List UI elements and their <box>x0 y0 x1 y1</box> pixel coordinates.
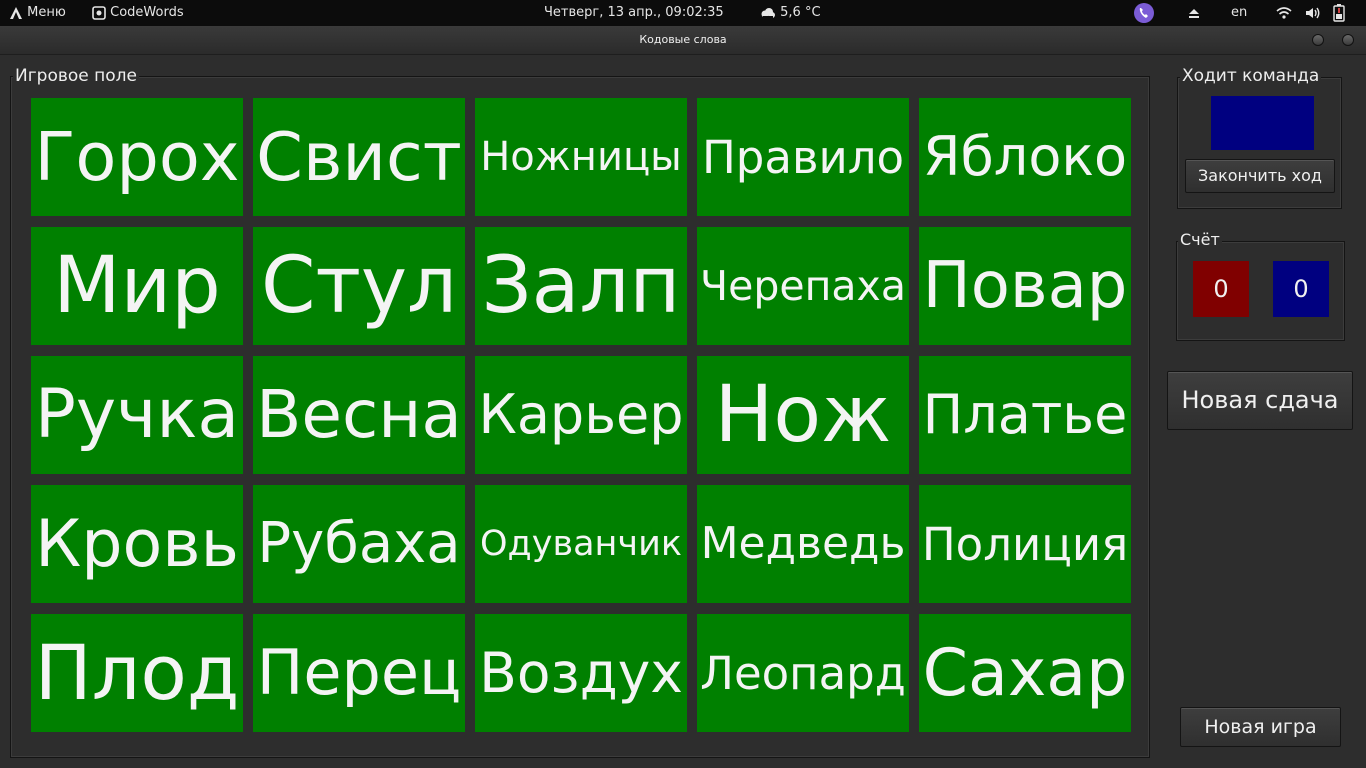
word-card-label: Горох <box>34 117 240 196</box>
word-card-label: Черепаха <box>700 261 906 310</box>
viber-tray[interactable] <box>1133 0 1155 26</box>
current-team-indicator <box>1211 96 1314 150</box>
word-card-label: Платье <box>922 383 1128 446</box>
word-card[interactable]: Залп <box>475 227 687 345</box>
turn-legend: Ходит команда <box>1180 66 1322 86</box>
word-card[interactable]: Медведь <box>697 485 909 603</box>
volume-icon <box>1306 7 1320 18</box>
blue-team-score: 0 <box>1273 261 1329 317</box>
new-deal-button[interactable]: Новая сдача <box>1167 371 1353 430</box>
weather-indicator[interactable]: 5,6 °C <box>760 0 821 26</box>
word-card[interactable]: Весна <box>253 356 465 474</box>
word-card[interactable]: Леопард <box>697 614 909 732</box>
network-indicator[interactable] <box>1276 0 1292 26</box>
word-card-label: Перец <box>256 636 462 709</box>
word-card[interactable]: Карьер <box>475 356 687 474</box>
word-card-label: Сахар <box>922 635 1128 711</box>
word-card-label: Яблоко <box>922 125 1128 188</box>
word-card[interactable]: Сахар <box>919 614 1131 732</box>
word-card-label: Кровь <box>35 506 239 582</box>
weather-cloud-icon <box>761 7 775 18</box>
word-card-label: Мир <box>53 241 221 331</box>
word-card-label: Свист <box>256 117 462 196</box>
word-card[interactable]: Плод <box>31 614 243 732</box>
score-legend: Счёт <box>1178 230 1222 250</box>
word-card[interactable]: Полиция <box>919 485 1131 603</box>
word-card[interactable]: Нож <box>697 356 909 474</box>
battery-indicator[interactable] <box>1333 0 1345 26</box>
word-card-label: Ножницы <box>480 134 682 180</box>
app-label: CodeWords <box>110 5 184 20</box>
word-card[interactable]: Повар <box>919 227 1131 345</box>
word-card-label: Одуванчик <box>480 523 682 564</box>
menu-label: Меню <box>27 5 66 20</box>
window-titlebar[interactable]: Кодовые слова <box>0 26 1366 55</box>
applications-menu[interactable]: Меню <box>9 0 66 26</box>
word-card-label: Весна <box>256 376 462 453</box>
window-title: Кодовые слова <box>639 33 727 46</box>
taskbar-app-codewords[interactable]: CodeWords <box>92 0 184 26</box>
eject-indicator[interactable] <box>1188 0 1200 26</box>
end-turn-button[interactable]: Закончить ход <box>1185 159 1335 193</box>
word-card[interactable]: Перец <box>253 614 465 732</box>
viber-icon <box>1134 2 1154 23</box>
wifi-icon <box>1276 6 1292 19</box>
word-card-label: Правило <box>701 130 905 184</box>
word-card-label: Воздух <box>479 640 683 705</box>
word-card[interactable]: Одуванчик <box>475 485 687 603</box>
maximize-button[interactable] <box>1342 34 1354 46</box>
word-card-label: Леопард <box>700 646 906 700</box>
word-card[interactable]: Платье <box>919 356 1131 474</box>
word-card-label: Повар <box>922 249 1128 323</box>
red-team-score: 0 <box>1193 261 1249 317</box>
word-card[interactable]: Воздух <box>475 614 687 732</box>
new-game-button[interactable]: Новая игра <box>1180 707 1341 747</box>
menu-logo-icon <box>10 6 22 19</box>
word-card[interactable]: Стул <box>253 227 465 345</box>
word-card[interactable]: Ручка <box>31 356 243 474</box>
word-card-label: Залп <box>481 241 681 331</box>
word-card[interactable]: Мир <box>31 227 243 345</box>
minimize-button[interactable] <box>1312 34 1324 46</box>
game-field-legend: Игровое поле <box>13 66 139 86</box>
weather-temperature: 5,6 °C <box>780 5 821 20</box>
word-card[interactable]: Свист <box>253 98 465 216</box>
word-card[interactable]: Правило <box>697 98 909 216</box>
volume-indicator[interactable] <box>1305 0 1321 26</box>
system-top-panel: Меню CodeWords Четверг, 13 апр., 09:02:3… <box>0 0 1366 26</box>
word-card[interactable]: Горох <box>31 98 243 216</box>
word-card-label: Полиция <box>921 517 1129 571</box>
word-card-label: Стул <box>261 241 457 331</box>
word-card[interactable]: Черепаха <box>697 227 909 345</box>
word-card-label: Плод <box>34 628 240 717</box>
word-card-label: Ручка <box>34 375 240 454</box>
word-card-label: Рубаха <box>257 511 461 576</box>
word-card-label: Медведь <box>700 518 906 569</box>
app-window-icon <box>92 5 106 20</box>
eject-icon <box>1189 8 1199 18</box>
word-card[interactable]: Ножницы <box>475 98 687 216</box>
word-card-label: Карьер <box>478 383 684 446</box>
clock[interactable]: Четверг, 13 апр., 09:02:35 <box>544 0 724 26</box>
word-card[interactable]: Яблоко <box>919 98 1131 216</box>
word-card[interactable]: Кровь <box>31 485 243 603</box>
word-card-label: Нож <box>714 370 892 460</box>
keyboard-layout[interactable]: en <box>1231 0 1247 26</box>
battery-icon <box>1333 3 1345 22</box>
word-card[interactable]: Рубаха <box>253 485 465 603</box>
